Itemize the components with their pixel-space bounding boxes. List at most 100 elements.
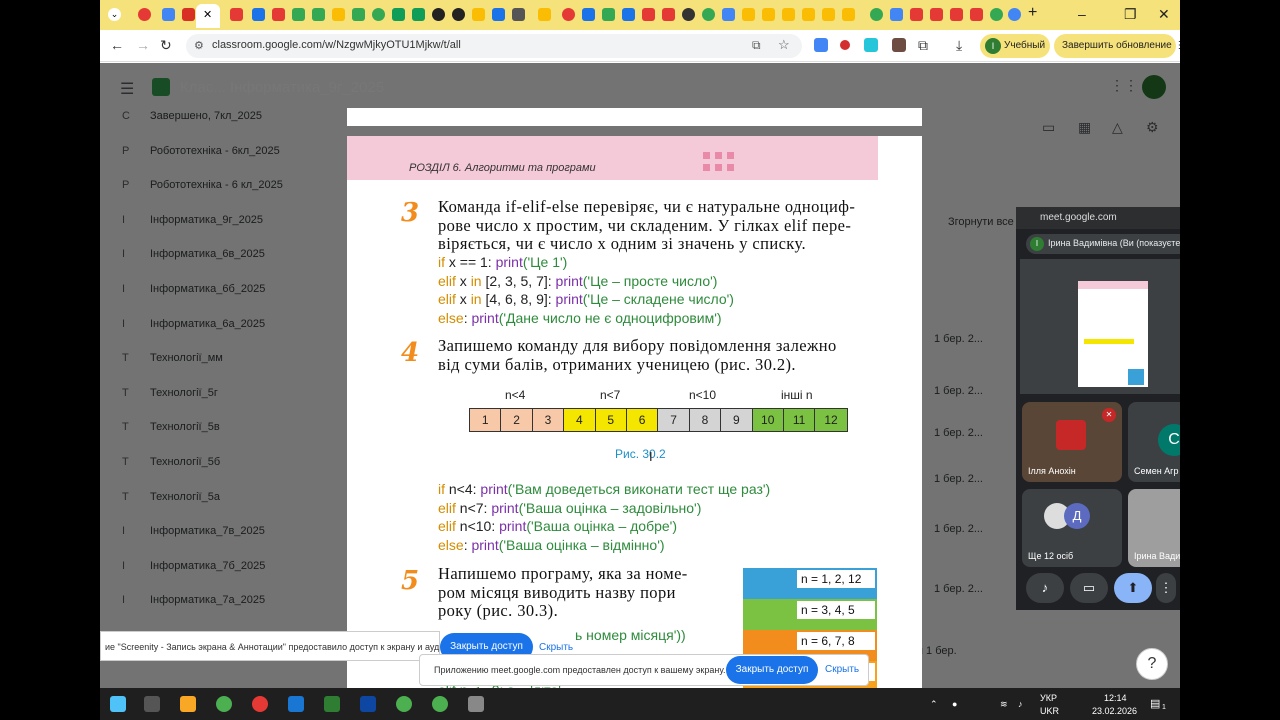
app-icon[interactable] [468,696,484,712]
tab-favicon-21[interactable] [602,8,615,21]
extensions-puzzle-icon[interactable]: ⧉ [918,37,928,54]
clock-date[interactable]: 23.02.2026 [1092,706,1137,716]
update-button[interactable]: Завершить обновление ⋮ [1054,34,1180,58]
tab-active[interactable]: ✕ [196,4,220,28]
tab-favicon-15[interactable] [472,8,485,21]
chrome-icon-2[interactable] [396,696,412,712]
camera-icon[interactable]: ▭ [1070,573,1108,603]
chrome-icon[interactable] [216,696,232,712]
hide-notice-button[interactable]: Скрыть [539,642,573,653]
tab-favicon-5[interactable] [272,8,285,21]
tab-favicon-16[interactable] [492,8,505,21]
tray-chevron-icon[interactable]: ⌃ [930,699,938,710]
excel-icon[interactable] [324,696,340,712]
close-window-button[interactable]: ✕ [1158,6,1170,23]
participant-tile[interactable]: Д Ще 12 осіб [1022,489,1122,567]
tray-icon[interactable]: ● [952,699,957,709]
back-arrow-icon[interactable]: ← [110,37,124,53]
bookmark-star-icon[interactable]: ☆ [778,37,790,53]
tab-favicon-40[interactable] [990,8,1003,21]
participant-name: Ілля Анохін [1028,466,1076,476]
profile-chip[interactable]: І Учебный [980,34,1050,58]
install-app-icon[interactable]: ⧉ [752,38,761,53]
tab-favicon-10[interactable] [372,8,385,21]
tab-favicon-30[interactable] [782,8,795,21]
new-tab-button[interactable]: + [1028,4,1037,22]
wifi-icon[interactable]: ≋ [1000,699,1008,710]
tab-favicon-1[interactable] [138,8,151,21]
tab-favicon-7[interactable] [312,8,325,21]
chrome-icon-3[interactable] [432,696,448,712]
start-button-icon[interactable] [110,696,126,712]
clock-time[interactable]: 12:14 [1104,693,1127,703]
tab-favicon-20[interactable] [582,8,595,21]
mic-icon[interactable]: ♪ [1026,573,1064,603]
word-icon[interactable] [288,696,304,712]
tab-favicon-gmail[interactable] [182,8,195,21]
tab-favicon-12[interactable] [412,8,425,21]
tab-favicon-33[interactable] [842,8,855,21]
forward-arrow-icon[interactable]: → [136,37,150,53]
tab-favicon-31[interactable] [802,8,815,21]
tab-favicon-18[interactable] [538,8,551,21]
reload-icon[interactable]: ↻ [160,37,172,54]
tab-favicon-35[interactable] [890,8,903,21]
tab-favicon-4[interactable] [252,8,265,21]
tab-favicon-36[interactable] [910,8,923,21]
tab-favicon-youtube[interactable] [230,8,243,21]
tab-close-icon[interactable]: ✕ [203,8,212,21]
url-text[interactable]: classroom.google.com/w/NzgwMjkyOTU1Mjkw/… [212,39,461,51]
presenting-banner[interactable]: І Ірина Вадимівна (Ви (показуєте) [1026,234,1180,254]
present-screen-icon[interactable]: ⬆ [1114,573,1152,603]
tab-favicon-17[interactable] [512,8,525,21]
tab-search-dropdown-icon[interactable]: ⌄ [108,8,121,21]
tab-favicon-26[interactable] [702,8,715,21]
tab-favicon-2[interactable] [162,8,175,21]
hide-notice-button[interactable]: Скрыть [825,664,859,675]
input-lang[interactable]: УКР [1040,693,1057,703]
address-bar[interactable]: ⚙ classroom.google.com/w/NzgwMjkyOTU1Mjk… [186,34,802,58]
tab-favicon-8[interactable] [332,8,345,21]
notification-icon[interactable]: ▤ [1150,697,1160,710]
tab-favicon-28[interactable] [742,8,755,21]
restore-button[interactable]: ❐ [1124,6,1137,23]
minimize-button[interactable]: – [1078,6,1086,22]
tab-favicon-39[interactable] [970,8,983,21]
participant-tile[interactable]: С Семен Агр [1128,402,1180,482]
extension-icon-4[interactable] [892,38,906,52]
participant-tile[interactable]: ✕ Ілля Анохін [1022,402,1122,482]
tab-favicon-6[interactable] [292,8,305,21]
stop-sharing-button[interactable]: Закрыть доступ [726,656,818,684]
input-lang-2[interactable]: UKR [1040,706,1059,716]
tab-favicon-41[interactable] [1008,8,1021,21]
tab-favicon-11[interactable] [392,8,405,21]
more-options-icon[interactable]: ⋮ [1156,573,1176,603]
opera-icon[interactable] [252,696,268,712]
tab-favicon-23[interactable] [642,8,655,21]
tab-favicon-9[interactable] [352,8,365,21]
tab-favicon-27[interactable] [722,8,735,21]
volume-icon[interactable]: ♪ [1018,699,1023,709]
help-icon[interactable]: ? [1136,648,1168,680]
photoshop-icon[interactable] [360,696,376,712]
tab-favicon-29[interactable] [762,8,775,21]
tab-favicon-38[interactable] [950,8,963,21]
download-icon[interactable]: ⤓ [956,37,962,54]
tab-favicon-34[interactable] [870,8,883,21]
self-tile[interactable]: Ірина Вади [1128,489,1180,567]
extension-icon-3[interactable] [864,38,878,52]
tab-favicon-32[interactable] [822,8,835,21]
task-view-icon[interactable] [144,696,160,712]
tab-favicon-14[interactable] [452,8,465,21]
translate-extension-icon[interactable] [814,38,828,52]
tab-favicon-24[interactable] [662,8,675,21]
tab-favicon-19[interactable] [562,8,575,21]
file-explorer-icon[interactable] [180,696,196,712]
tab-favicon-37[interactable] [930,8,943,21]
screen-share-preview[interactable] [1020,259,1180,394]
record-extension-icon[interactable] [840,40,850,50]
site-info-icon[interactable]: ⚙ [194,39,204,52]
tab-favicon-22[interactable] [622,8,635,21]
tab-favicon-13[interactable] [432,8,445,21]
tab-favicon-25[interactable] [682,8,695,21]
